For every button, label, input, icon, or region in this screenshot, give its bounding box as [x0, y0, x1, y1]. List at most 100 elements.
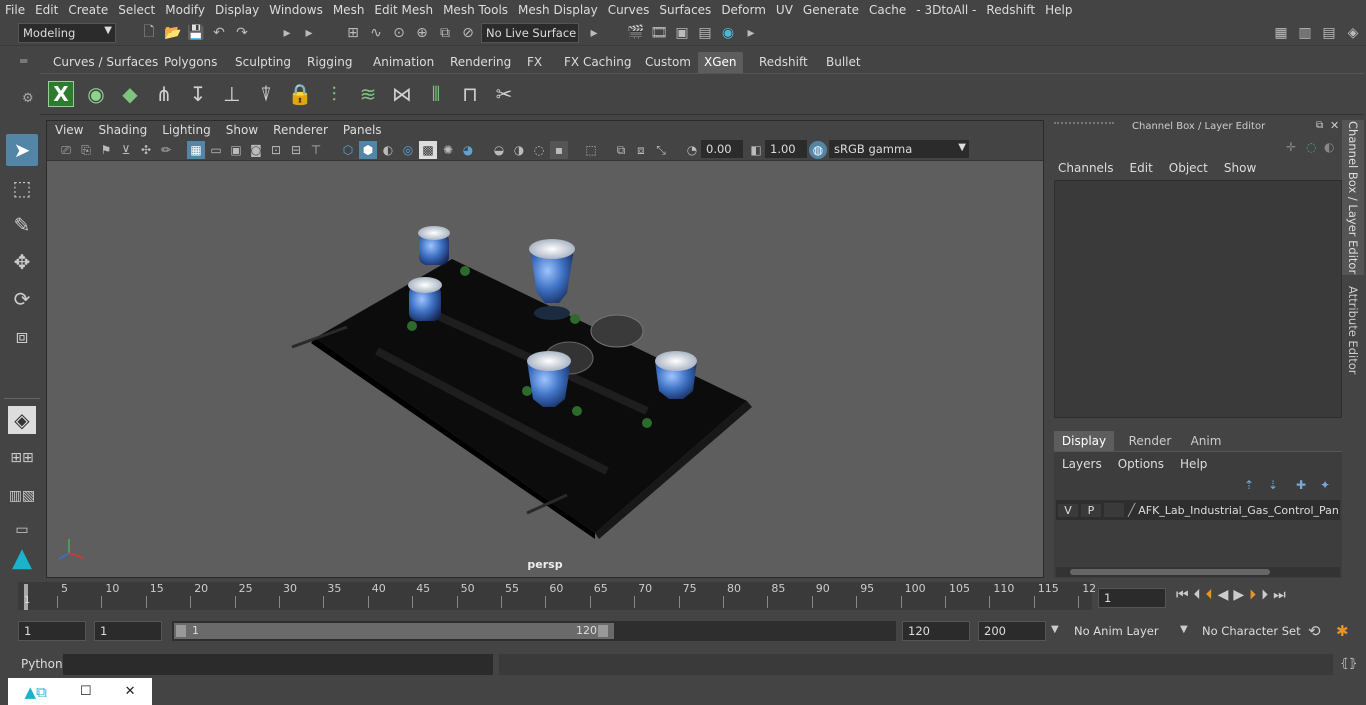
xgen-cut-icon[interactable]: ✂: [490, 79, 518, 109]
colorspace-dropdown[interactable]: sRGB gamma ▼: [829, 140, 969, 158]
tab-display[interactable]: Display: [1054, 431, 1114, 451]
gamma-field[interactable]: 1.00: [765, 140, 807, 158]
menu-help[interactable]: Help: [1180, 457, 1207, 471]
four-view-layout-icon[interactable]: ⊞⊞: [6, 442, 38, 474]
snap-curve-icon[interactable]: ∿: [367, 24, 385, 42]
xgen-interactive-groom-icon[interactable]: ⫴: [422, 79, 450, 109]
xgen-guide-move-icon[interactable]: ↧: [184, 79, 212, 109]
shelf-settings-gear-icon[interactable]: ⚙: [22, 91, 34, 106]
safe-title-icon[interactable]: ⊤: [307, 141, 325, 159]
redo-icon[interactable]: ↷: [233, 24, 251, 42]
snap-point-icon[interactable]: ⊙: [390, 24, 408, 42]
lights-icon[interactable]: ✺: [439, 141, 457, 159]
xgen-preview-icon[interactable]: ◉: [82, 79, 110, 109]
side-tab-channel-box[interactable]: Channel Box / Layer Editor: [1342, 120, 1364, 275]
step-back-icon[interactable]: ⏴: [1194, 587, 1201, 603]
image-plane-icon[interactable]: ⊻: [117, 141, 135, 159]
tool-marker-icon[interactable]: ▸: [278, 24, 296, 42]
grid-icon[interactable]: ▦: [187, 141, 205, 159]
arrow-icon[interactable]: ▸: [585, 24, 603, 42]
isolate-select-icon[interactable]: ⬚: [582, 141, 600, 159]
xgen-lock-guide-icon[interactable]: 🔒: [286, 79, 314, 109]
menu-deform[interactable]: Deform: [716, 3, 771, 17]
move-layer-up-icon[interactable]: ⇡: [1244, 478, 1254, 492]
side-tab-attribute-editor[interactable]: Attribute Editor: [1342, 280, 1364, 380]
wireframe-on-shaded-icon[interactable]: ◎: [399, 141, 417, 159]
xray-joints-icon[interactable]: ⧈: [632, 141, 650, 159]
playback-end-field[interactable]: 120: [902, 621, 970, 641]
color-management-icon[interactable]: ◍: [809, 141, 827, 159]
arrow-icon-2[interactable]: ▸: [742, 24, 760, 42]
xgen-select-guide-icon[interactable]: ⍒: [252, 79, 280, 109]
gamma-icon[interactable]: ◧: [747, 141, 765, 159]
layer-color-icon[interactable]: ╱: [1128, 503, 1135, 517]
tool-marker-icon-2[interactable]: ▸: [300, 24, 318, 42]
viewport-menu-renderer[interactable]: Renderer: [265, 123, 335, 137]
xgen-guide-add-icon[interactable]: ⋔: [150, 79, 178, 109]
layer-display-type[interactable]: [1104, 503, 1124, 517]
viewport-menu-lighting[interactable]: Lighting: [154, 123, 218, 137]
safe-action-icon[interactable]: ⊟: [287, 141, 305, 159]
toggle-icon[interactable]: ◐: [1324, 140, 1334, 154]
attribute-editor-toggle-icon[interactable]: ▤: [1320, 24, 1338, 42]
script-editor-icon[interactable]: ⦃⦄: [1340, 656, 1358, 670]
xgen-comb-icon[interactable]: ⫶: [320, 79, 348, 109]
snap-grid-icon[interactable]: ⊞: [344, 24, 362, 42]
xray-components-icon[interactable]: ⤡: [652, 141, 670, 159]
menu-object[interactable]: Object: [1169, 161, 1224, 175]
character-set-dropdown[interactable]: No Character Set: [1196, 621, 1302, 641]
new-scene-icon[interactable]: 🗋: [140, 24, 158, 42]
3d-viewport[interactable]: persp: [47, 161, 1043, 577]
tab-polygons[interactable]: Polygons: [158, 52, 223, 73]
layers-toggle-icon[interactable]: ◈: [1344, 24, 1362, 42]
tab-sculpting[interactable]: Sculpting: [229, 52, 297, 73]
snap-surface-icon[interactable]: ⧉: [436, 24, 454, 42]
ambient-occlusion-icon[interactable]: ◒: [490, 141, 508, 159]
resolution-gate-icon[interactable]: ▣: [227, 141, 245, 159]
channel-box-toggle-icon[interactable]: ▥: [1296, 24, 1314, 42]
exposure-field[interactable]: 0.00: [701, 140, 743, 158]
menu-surfaces[interactable]: Surfaces: [654, 3, 716, 17]
tab-redshift[interactable]: Redshift: [753, 52, 814, 73]
viewport-menu-shading[interactable]: Shading: [90, 123, 154, 137]
command-input[interactable]: [63, 654, 493, 675]
menu-mesh-tools[interactable]: Mesh Tools: [438, 3, 513, 17]
menu-windows[interactable]: Windows: [264, 3, 328, 17]
tab-curves-surfaces[interactable]: Curves / Surfaces: [47, 52, 164, 73]
tab-bullet[interactable]: Bullet: [820, 52, 867, 73]
outliner-layout-icon[interactable]: ▥▧: [6, 480, 38, 512]
render-settings-icon[interactable]: ▤: [696, 24, 714, 42]
layer-visibility-toggle[interactable]: V: [1058, 503, 1078, 517]
xray-icon[interactable]: ⧉: [612, 141, 630, 159]
new-layer-icon[interactable]: ✚: [1296, 478, 1306, 492]
float-panel-icon[interactable]: ⧉: [1316, 120, 1323, 131]
render-sequence-icon[interactable]: 🎞: [650, 24, 668, 42]
sync-icon[interactable]: ◌: [1306, 140, 1316, 154]
range-start-grip[interactable]: [176, 625, 186, 637]
chevron-down-icon[interactable]: ▼: [1051, 624, 1059, 635]
menu-channels[interactable]: Channels: [1058, 161, 1130, 175]
menu-edit[interactable]: Edit: [1130, 161, 1169, 175]
shelf-menu-icon[interactable]: ═: [20, 54, 27, 68]
workspace-icon[interactable]: ▦: [1272, 24, 1290, 42]
close-icon[interactable]: ✕: [125, 684, 136, 699]
tab-xgen[interactable]: XGen: [698, 52, 743, 73]
menu-curves[interactable]: Curves: [603, 3, 655, 17]
two-d-pan-icon[interactable]: ✣: [137, 141, 155, 159]
wireframe-icon[interactable]: ⬡: [339, 141, 357, 159]
layer-row[interactable]: V P ╱ AFK_Lab_Industrial_Gas_Control_Pan: [1056, 500, 1340, 520]
open-scene-icon[interactable]: 📂: [164, 24, 182, 42]
paint-select-tool-icon[interactable]: ✎: [6, 209, 38, 241]
mode-selector[interactable]: Modeling ▼: [18, 23, 116, 43]
live-surface-field[interactable]: No Live Surface: [481, 23, 579, 43]
tab-fx-caching[interactable]: FX Caching: [558, 52, 637, 73]
motion-blur-icon[interactable]: ◑: [510, 141, 528, 159]
menu-generate[interactable]: Generate: [798, 3, 864, 17]
menu-cache[interactable]: Cache: [864, 3, 911, 17]
menu-edit-mesh[interactable]: Edit Mesh: [369, 3, 438, 17]
shadows-icon[interactable]: ◕: [459, 141, 477, 159]
play-backwards-icon[interactable]: ◀: [1218, 587, 1229, 603]
move-tool-icon[interactable]: ✥: [6, 246, 38, 278]
menu-modify[interactable]: Modify: [160, 3, 210, 17]
snap-view-icon[interactable]: ⊕: [413, 24, 431, 42]
